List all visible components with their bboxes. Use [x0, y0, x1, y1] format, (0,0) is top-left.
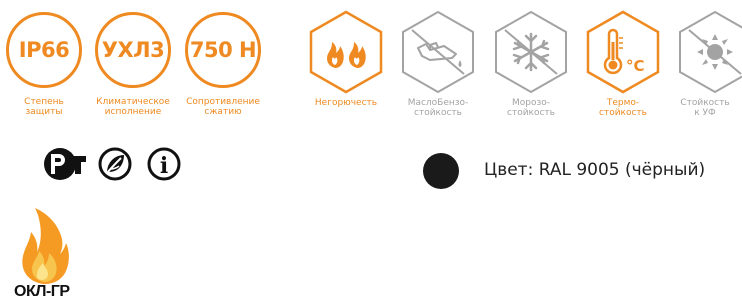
sun-crossed-icon: [679, 10, 742, 94]
caption-line: исполнение: [104, 107, 162, 117]
oil-can-crossed-icon: [402, 10, 474, 94]
caption-line: Климатическое: [96, 97, 170, 107]
caption-line: Негорючесть: [314, 98, 378, 108]
property-caption: МаслоБензо-стойкость: [390, 98, 486, 118]
badge-caption: Сопротивление сжатию: [175, 97, 271, 117]
property-caption: Стойкость к УФ: [667, 98, 742, 118]
badge-caption: Климатическое исполнение: [85, 97, 181, 117]
caption-line: Стойкость: [680, 98, 730, 108]
color-label: Цвет: RAL 9005 (чёрный): [484, 160, 706, 180]
okl-label: ОКЛ-ГР: [14, 283, 70, 300]
caption-line: Степень: [24, 97, 64, 107]
caption-line: стойкость: [599, 108, 647, 118]
badge-text: 750 Н: [189, 38, 257, 62]
badge-caption: Степень защиты: [0, 97, 92, 117]
property-caption: Термо-стойкость: [575, 98, 671, 118]
caption-line: МаслоБензо-: [407, 98, 469, 108]
info-icon: i: [147, 147, 181, 181]
eco-leaf-icon: [98, 147, 132, 181]
property-caption: Морозо-стойкость: [483, 98, 579, 118]
caption-line: стойкость: [414, 108, 462, 118]
rst-mark-icon: [44, 148, 86, 180]
ip-rating-badge: IP66: [6, 12, 82, 88]
caption-line: защиты: [25, 107, 63, 117]
caption-line: стойкость: [507, 108, 555, 118]
color-swatch: [423, 153, 459, 189]
caption-line: Термо-: [606, 98, 640, 108]
property-caption: Негорючесть: [298, 98, 394, 108]
info-glyph: i: [160, 153, 168, 179]
compression-badge: 750 Н: [185, 12, 261, 88]
badge-text: IP66: [18, 38, 70, 62]
snowflake-crossed-icon: [495, 10, 567, 94]
thermo-unit-text: °C: [626, 57, 645, 75]
caption-line: Сопротивление: [186, 97, 260, 107]
caption-line: Морозо-: [511, 98, 551, 108]
flame-icon: [309, 10, 383, 94]
climate-class-badge: УХЛ3: [95, 12, 171, 88]
badge-text: УХЛ3: [101, 38, 165, 62]
thermometer-icon: °C: [586, 10, 660, 94]
okl-flame-logo: [22, 208, 69, 284]
caption-line: сжатию: [204, 107, 242, 117]
caption-line: к УФ: [694, 108, 716, 118]
